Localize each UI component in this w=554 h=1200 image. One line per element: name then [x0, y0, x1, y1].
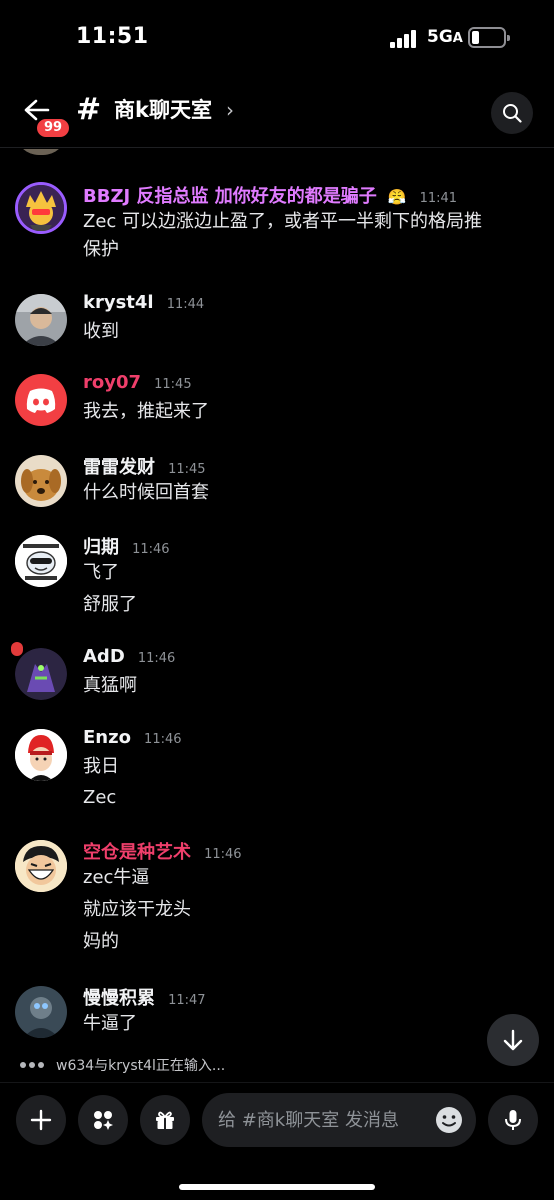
channel-title[interactable]: 商k聊天室 — [114, 96, 212, 124]
message-text: 飞了 — [83, 562, 119, 583]
username[interactable]: Enzo — [83, 727, 131, 748]
timestamp: 11:46 — [204, 847, 242, 862]
message-text: 收到 — [83, 321, 119, 342]
username[interactable]: 慢慢积累 — [83, 988, 155, 1009]
network-label: 5GA — [427, 27, 463, 47]
scroll-to-bottom-button[interactable] — [487, 1014, 539, 1066]
emoji-smile-icon — [436, 1107, 462, 1133]
arrow-down-icon — [503, 1029, 523, 1051]
avatar-luffy-image — [15, 840, 67, 892]
channel-header: 99 # 商k聊天室 › — [0, 80, 554, 148]
username[interactable]: roy07 — [83, 372, 141, 393]
plus-icon — [30, 1109, 52, 1131]
status-emoji-icon: 😤 — [387, 188, 407, 206]
timestamp: 11:45 — [168, 462, 206, 477]
gift-icon — [156, 1111, 174, 1129]
channel-hash-icon: # — [76, 92, 102, 127]
cellular-signal-icon — [390, 28, 420, 48]
avatar-enzo-image — [15, 729, 67, 781]
avatar[interactable] — [15, 535, 67, 587]
message-text: 牛逼了 — [83, 1013, 137, 1034]
unread-badge: 99 — [34, 116, 73, 140]
message-text: 什么时候回首套 — [83, 482, 209, 503]
message-text: 保护 — [83, 239, 119, 260]
typing-text: w634与kryst4l正在输入... — [56, 1058, 226, 1074]
avatar[interactable] — [15, 729, 67, 781]
gift-button[interactable] — [140, 1095, 190, 1145]
microphone-icon — [505, 1110, 521, 1130]
message-text: 我去，推起来了 — [83, 401, 209, 422]
avatar[interactable] — [15, 986, 67, 1038]
timestamp: 11:45 — [154, 377, 192, 392]
search-button[interactable] — [491, 92, 533, 134]
avatar[interactable] — [11, 642, 67, 700]
apps-button[interactable] — [78, 1095, 128, 1145]
timestamp: 11:46 — [132, 542, 170, 557]
username[interactable]: 雷雷发财 — [83, 457, 155, 478]
message-text: Zec — [83, 787, 117, 808]
avatar-bbzj-image — [18, 185, 64, 231]
avatar[interactable] — [15, 455, 67, 507]
previous-message-clipped — [0, 149, 554, 155]
message-text: 舒服了 — [83, 594, 137, 615]
emoji-button[interactable] — [434, 1105, 464, 1135]
username[interactable]: 空仓是种艺术 — [83, 842, 191, 863]
avatar[interactable] — [15, 840, 67, 892]
avatar-kryst4l-image — [15, 294, 67, 346]
timestamp: 11:41 — [419, 191, 458, 206]
balloon-decoration-icon — [11, 642, 23, 656]
message-text: 就应该干龙头 — [83, 899, 191, 920]
apps-sparkle-icon — [94, 1111, 113, 1130]
avatar[interactable] — [15, 374, 67, 426]
timestamp: 11:46 — [144, 732, 182, 747]
username[interactable]: kryst4l — [83, 292, 154, 313]
username[interactable]: BBZJ 反指总监 加你好友的都是骗子 — [83, 186, 377, 207]
username[interactable]: AdD — [83, 646, 125, 667]
search-icon — [503, 104, 522, 123]
avatar[interactable] — [15, 182, 67, 234]
status-bar: 11:51 5GA — [0, 0, 554, 80]
add-attachment-button[interactable] — [16, 1095, 66, 1145]
username[interactable]: 归期 — [83, 537, 119, 558]
message-text: 妈的 — [83, 931, 119, 952]
voice-message-button[interactable] — [488, 1095, 538, 1145]
home-indicator — [179, 1184, 375, 1190]
message-text: zec牛逼 — [83, 867, 150, 888]
status-time: 11:51 — [76, 24, 149, 49]
message-text: Zec 可以边涨边止盈了，或者平一半剩下的格局推 — [83, 211, 483, 232]
message-text: 我日 — [83, 756, 119, 777]
avatar-manmanjilei-image — [15, 986, 67, 1038]
message-text: 真猛啊 — [83, 675, 137, 696]
message-composer — [0, 1082, 554, 1200]
message-input-container[interactable] — [202, 1093, 476, 1147]
message-input[interactable] — [218, 1093, 428, 1147]
timestamp: 11:44 — [166, 297, 205, 312]
battery-icon — [468, 27, 510, 48]
chevron-right-icon[interactable]: › — [226, 96, 234, 124]
discord-logo-icon — [26, 388, 56, 413]
avatar-add-image — [15, 648, 67, 700]
timestamp: 11:46 — [137, 651, 176, 666]
message-list[interactable]: BBZJ 反指总监 加你好友的都是骗子 😤 11:41 Zec 可以边涨边止盈了… — [0, 149, 554, 1049]
avatar[interactable] — [15, 294, 67, 346]
avatar-guiqi-image — [15, 535, 67, 587]
avatar-dog-image — [15, 455, 67, 507]
timestamp: 11:47 — [168, 993, 206, 1008]
typing-dots-icon — [20, 1062, 46, 1070]
